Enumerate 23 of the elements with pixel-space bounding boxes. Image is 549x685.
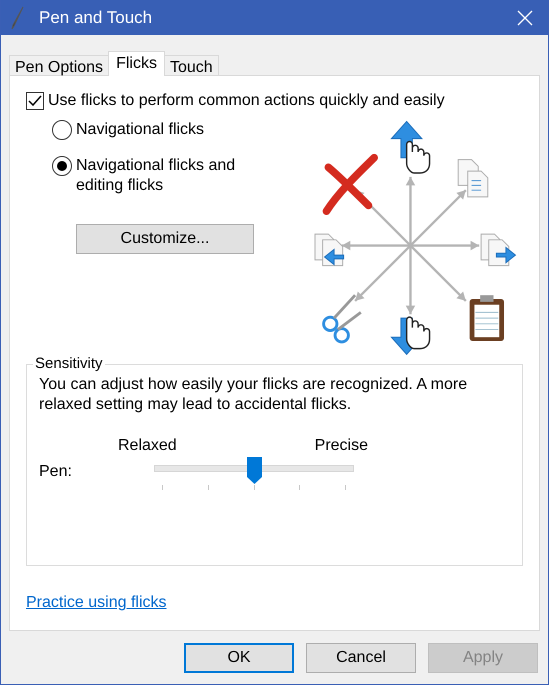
slider-thumb[interactable]: [247, 457, 262, 484]
radio-label[interactable]: Navigational flicks and editing flicks: [76, 156, 266, 196]
window-title: Pen and Touch: [39, 8, 154, 28]
radio-button[interactable]: [52, 120, 72, 140]
radio-label[interactable]: Navigational flicks: [76, 120, 266, 140]
checkbox[interactable]: [26, 92, 44, 110]
slider-max-label: Precise: [314, 437, 368, 455]
practice-link[interactable]: Practice using flicks: [26, 594, 166, 612]
close-icon[interactable]: [517, 10, 533, 26]
radio-button[interactable]: [52, 156, 72, 176]
tab[interactable]: Touch: [164, 55, 219, 75]
pen-icon: [11, 6, 25, 30]
description-text: You can adjust how easily your flicks are recognized. A more relaxed setting may lead to accidental flicks.: [39, 375, 468, 415]
customize-button[interactable]: Customize...: [76, 224, 254, 254]
checkbox-label[interactable]: Use flicks to perform common actions quickly and easily: [48, 92, 445, 110]
tab[interactable]: Pen Options: [9, 55, 110, 75]
group-title: Sensitivity: [33, 355, 105, 372]
sensitivity-slider[interactable]: [154, 455, 354, 485]
dialog-button[interactable]: Cancel: [306, 643, 416, 673]
slider-label: Pen:: [39, 462, 73, 482]
slider-min-label: Relaxed: [118, 437, 177, 455]
dialog-button[interactable]: OK: [184, 643, 294, 673]
tab[interactable]: Flicks: [108, 51, 165, 76]
